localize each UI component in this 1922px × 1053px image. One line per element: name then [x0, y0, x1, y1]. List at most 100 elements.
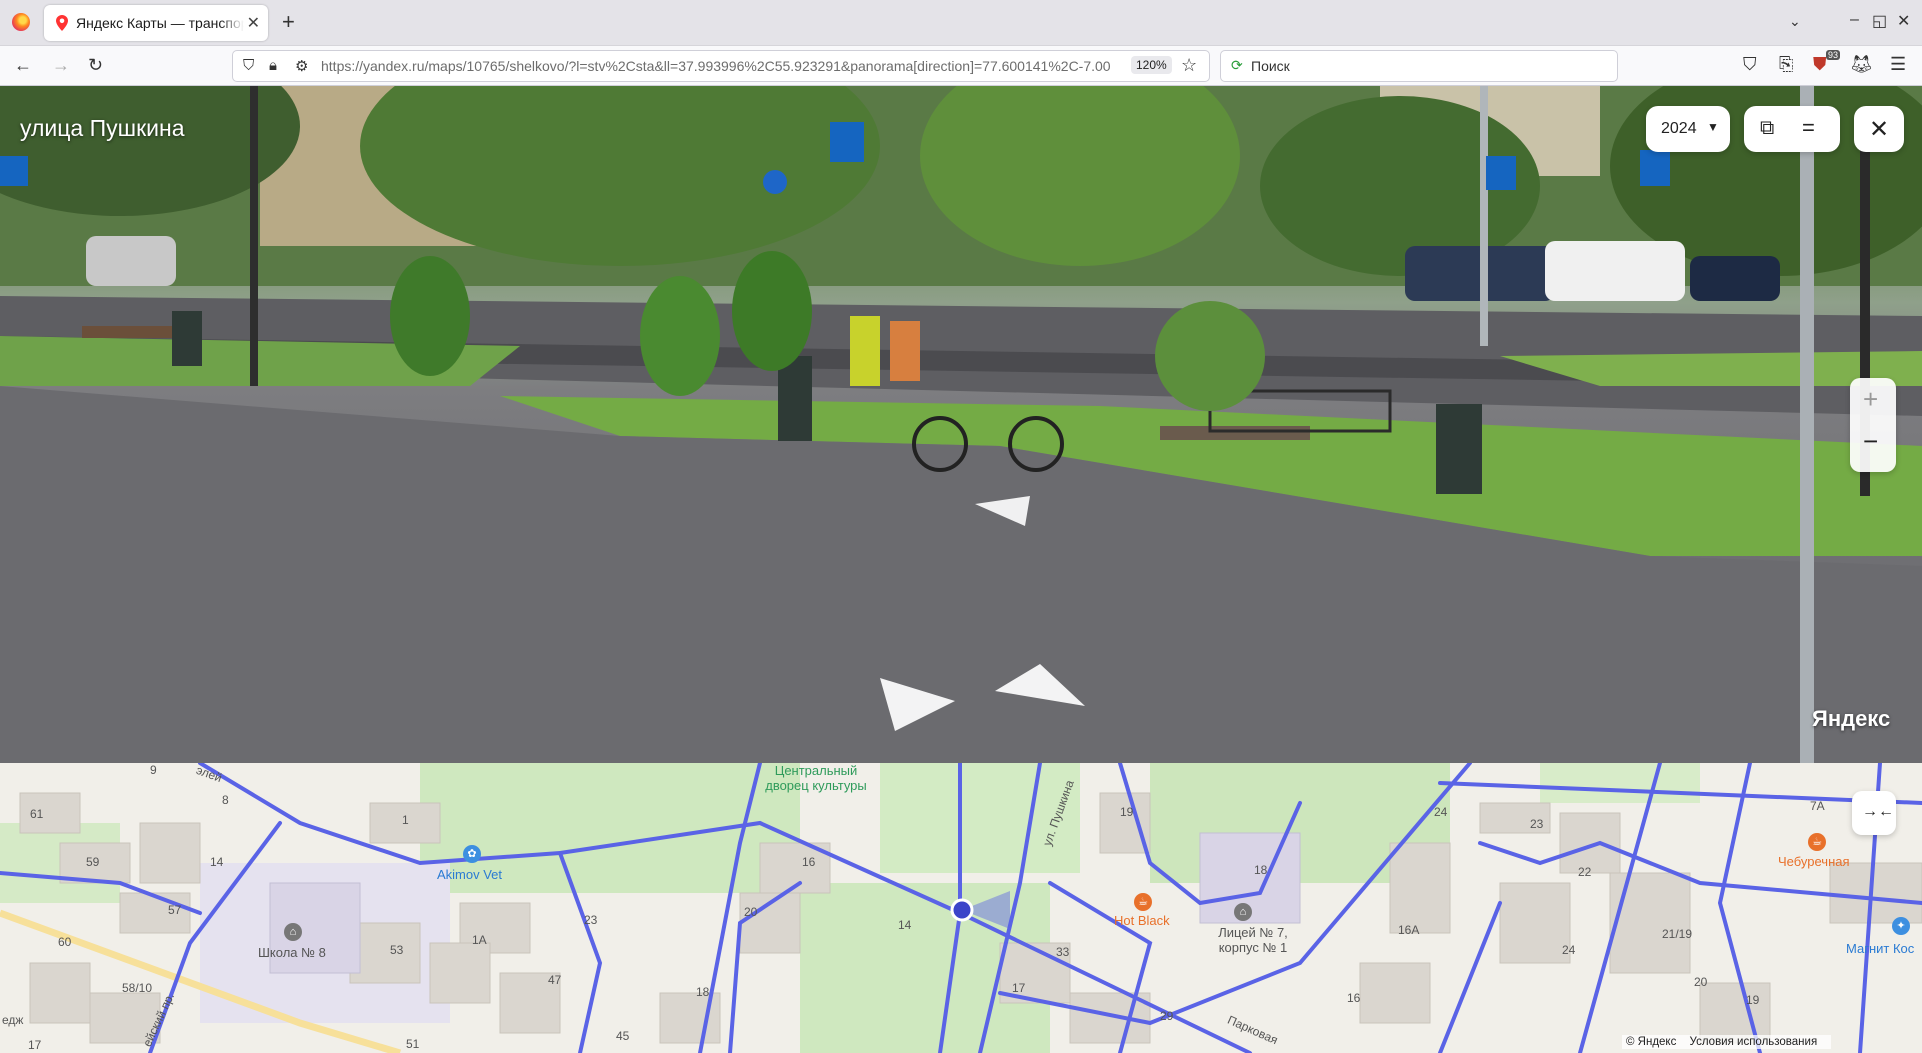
browser-tab-bar: Яндекс Карты — транспорт, навигация, пои…	[0, 0, 1922, 46]
house-number: 45	[616, 1029, 630, 1043]
house-number: 23	[1530, 817, 1544, 831]
house-number: 18	[1254, 863, 1268, 877]
lock-icon[interactable]: 🔒︎	[269, 57, 277, 74]
house-number: 59	[86, 855, 100, 869]
school-icon[interactable]: ⌂	[1234, 903, 1252, 921]
app-menu-icon[interactable]: ☰	[1890, 54, 1906, 75]
house-number: 53	[390, 943, 404, 957]
address-bar[interactable]: ⛉ 🔒︎ ⚙︎ https://yandex.ru/maps/10765/she…	[232, 50, 1210, 82]
search-placeholder: Поиск	[1251, 58, 1290, 74]
house-number: 22	[1578, 865, 1592, 879]
house-number: 18	[696, 985, 710, 999]
collapse-map-button[interactable]: →←	[1852, 791, 1896, 835]
house-number: 1	[402, 813, 409, 827]
poi-culture-palace[interactable]: Центральный дворец культуры	[756, 763, 876, 793]
ublock-icon[interactable]: ⛊	[1813, 54, 1827, 75]
vet-paw-icon[interactable]: ✿	[463, 845, 481, 863]
map-footer: © Яндекс Условия использования	[1622, 1035, 1832, 1049]
poi-school-8[interactable]: Школа № 8	[258, 945, 326, 960]
cafe-cup-icon[interactable]: ☕︎	[1808, 833, 1826, 851]
house-number: 21/19	[1662, 927, 1693, 941]
panorama-scene[interactable]	[0, 86, 1922, 763]
shop-icon[interactable]: ✦	[1892, 917, 1910, 935]
zoom-in-button[interactable]: +	[1863, 384, 1878, 415]
street-label: едж	[2, 1013, 24, 1027]
cafe-cup-icon[interactable]: ☕︎	[1134, 893, 1152, 911]
house-number: 1А	[472, 933, 487, 947]
yandex-watermark: Яндекс	[1812, 706, 1891, 731]
house-number: 7А	[1810, 799, 1825, 813]
house-number: 8	[222, 793, 229, 807]
forward-arrow-icon[interactable]: →	[52, 55, 70, 76]
house-number: 19	[1120, 805, 1134, 819]
school-icon[interactable]: ⌂	[284, 923, 302, 941]
poi-hot-black[interactable]: Hot Black	[1114, 913, 1170, 928]
year-select[interactable]: 2024 ▼	[1646, 106, 1730, 152]
house-number: 61	[30, 807, 44, 821]
permissions-icon[interactable]: ⚙︎	[295, 57, 308, 75]
copyright-text[interactable]: © Яндекс	[1626, 1036, 1676, 1048]
bookmark-star-icon[interactable]: ☆	[1181, 55, 1197, 76]
house-number: 16А	[1398, 923, 1420, 937]
mini-map[interactable]: 9 8 61 1 59 14 57 16 20 23 1А 53 14 60 5…	[0, 763, 1922, 1053]
yandex-maps-favicon-icon	[56, 15, 68, 31]
street-name-label: улица Пушкина	[20, 115, 185, 141]
minimize-window-button[interactable]: ‒	[1850, 11, 1859, 29]
zoom-control: + −	[1850, 378, 1896, 472]
zoom-out-button[interactable]: −	[1863, 426, 1878, 457]
pocket-icon[interactable]: ⛉	[1743, 54, 1757, 75]
firefox-menu-icon[interactable]	[12, 13, 30, 31]
tab-close-icon[interactable]: ✕	[247, 13, 260, 33]
house-number: 16	[1347, 991, 1361, 1005]
house-number: 51	[406, 1037, 420, 1051]
menu-lines-icon[interactable]: =	[1802, 115, 1815, 141]
open-external-icon[interactable]: ⧉	[1760, 117, 1774, 140]
house-number: 14	[210, 855, 224, 869]
close-icon: ✕	[1869, 116, 1890, 143]
house-number: 29	[1160, 1009, 1174, 1023]
browser-nav-bar: ← → ↻ ⛉ 🔒︎ ⚙︎ https://yandex.ru/maps/107…	[0, 46, 1922, 86]
house-number: 24	[1434, 805, 1448, 819]
terms-link[interactable]: Условия использования	[1690, 1036, 1818, 1048]
poi-cheburechnaya[interactable]: Чебуречная	[1778, 854, 1850, 869]
zoom-level-badge[interactable]: 120%	[1131, 56, 1172, 74]
browser-tab[interactable]: Яндекс Карты — транспорт, навигация, пои…	[44, 5, 268, 41]
house-number: 20	[1694, 975, 1708, 989]
tab-title: Яндекс Карты — транспорт, навигация, пои…	[76, 15, 244, 31]
close-panorama-button[interactable]: ✕	[1854, 106, 1904, 152]
house-number: 20	[744, 905, 758, 919]
panorama-actions: ⧉ =	[1744, 106, 1840, 152]
tracking-shield-icon[interactable]: ⛉	[243, 57, 254, 74]
house-number: 58/10	[122, 981, 153, 995]
search-bar[interactable]: ⟳ Поиск	[1220, 50, 1618, 82]
url-text[interactable]: https://yandex.ru/maps/10765/shelkovo/?l…	[321, 58, 1117, 74]
year-value: 2024	[1661, 120, 1697, 137]
poi-lyceum[interactable]: Лицей № 7, корпус № 1	[1208, 925, 1298, 955]
collapse-arrows-icon: →←	[1862, 803, 1894, 820]
house-number: 19	[1746, 993, 1760, 1007]
fox-extension-icon[interactable]: 🦊︎	[1850, 54, 1873, 75]
house-number: 23	[584, 913, 598, 927]
restore-window-button[interactable]: ◱	[1872, 11, 1887, 31]
new-tab-button[interactable]: +	[282, 9, 295, 35]
current-position-marker-icon	[950, 898, 974, 922]
street-panorama[interactable]: улица Пушкина 2024 ▼ ⧉ = ✕ + − Яндекс	[0, 86, 1922, 763]
caret-down-icon: ▼	[1707, 120, 1719, 134]
mini-map-canvas[interactable]	[0, 763, 1922, 1053]
tab-list-chevron-icon[interactable]: ⌄	[1789, 13, 1801, 30]
house-number: 33	[1056, 945, 1070, 959]
house-number: 14	[898, 918, 912, 932]
house-number: 24	[1562, 943, 1576, 957]
poi-magnit[interactable]: Магнит Кос	[1846, 941, 1914, 956]
search-engine-icon: ⟳	[1231, 57, 1243, 73]
poi-akimov-vet[interactable]: Akimov Vet	[437, 867, 502, 882]
house-number: 57	[168, 903, 182, 917]
extension-count-badge: 93	[1826, 50, 1841, 60]
close-window-button[interactable]: ✕	[1897, 11, 1910, 31]
house-number: 47	[548, 973, 562, 987]
back-arrow-icon[interactable]: ←	[14, 55, 32, 76]
house-number: 9	[150, 763, 157, 777]
extensions-icon[interactable]: ⎘	[1779, 54, 1793, 75]
reload-icon[interactable]: ↻	[88, 55, 103, 76]
house-number: 60	[58, 935, 72, 949]
